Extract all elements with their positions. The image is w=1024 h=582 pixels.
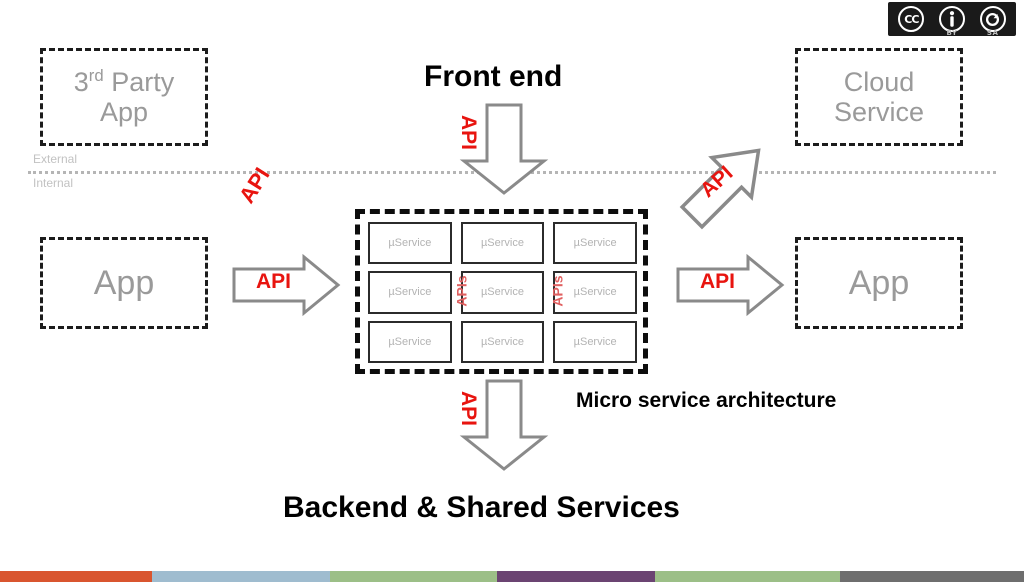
third-party-app-box: 3rd Party App <box>40 48 208 146</box>
api-arrow-down-frontend-label: API <box>457 115 480 151</box>
app-left-label: App <box>93 263 155 302</box>
api-arrow-left-inbound: API <box>232 253 341 317</box>
internal-label: Internal <box>33 176 74 190</box>
api-arrow-down-backend: API <box>457 379 549 471</box>
cc-mark-label: CC <box>904 12 919 26</box>
app-box-right: App <box>795 237 963 329</box>
microservice-cell: µService <box>368 271 452 314</box>
microservice-label: µService <box>573 286 617 299</box>
cc-sa-icon: SA <box>979 2 1006 37</box>
backend-shared-services-title: Backend & Shared Services <box>283 491 680 524</box>
microservice-label: µService <box>480 286 524 299</box>
cloud-service-box: Cloud Service <box>795 48 963 146</box>
cc-by-icon: BY <box>938 2 965 37</box>
front-end-title: Front end <box>424 60 563 93</box>
color-strip-segment-orange <box>0 571 152 582</box>
api-arrow-down-backend-label: API <box>457 391 480 427</box>
diagram-canvas: CC BY SA Front end Backend & Shared Serv… <box>0 0 1024 582</box>
app-box-left: App <box>40 237 208 329</box>
cloud-service-label: Cloud Service <box>834 67 924 127</box>
color-strip-segment-light-blue <box>152 571 330 582</box>
microservice-label: µService <box>388 335 432 348</box>
third-party-line1-number: 3 <box>73 66 89 97</box>
microservice-label: µService <box>388 237 432 250</box>
apis-label-right: APIs <box>549 275 566 307</box>
third-party-app-label: 3rd Party App <box>73 65 175 127</box>
microservice-label: µService <box>388 286 432 299</box>
app-right-label: App <box>848 263 910 302</box>
color-strip-segment-purple <box>497 571 655 582</box>
api-arrow-right-outbound: API <box>676 253 785 317</box>
external-label: External <box>33 152 78 166</box>
microservice-cell: µService <box>553 222 637 265</box>
microservice-label: µService <box>480 237 524 250</box>
cloud-line2: Service <box>833 97 925 127</box>
microservice-cell: µService <box>460 320 545 363</box>
cc-sa-text: SA <box>986 29 999 37</box>
cc-by-text: BY <box>946 29 958 37</box>
microservice-label: µService <box>573 335 617 348</box>
micro-service-grid: µService µService µService µService µSer… <box>368 222 637 363</box>
microservice-cell: µService <box>460 222 545 265</box>
color-strip-segment-green-2 <box>655 571 840 582</box>
microservice-cell: µService <box>460 271 545 314</box>
microservice-cell: µService <box>553 320 637 363</box>
third-party-line2: App <box>99 97 149 127</box>
microservice-label: µService <box>573 237 617 250</box>
micro-service-architecture-label: Micro service architecture <box>576 389 837 412</box>
third-party-ordinal-suffix: rd <box>88 65 104 85</box>
micro-service-container: µService µService µService µService µSer… <box>355 209 648 374</box>
api-label-on-divider: API <box>233 163 275 208</box>
cloud-line1: Cloud <box>843 66 915 97</box>
microservice-cell: µService <box>553 271 637 314</box>
microservice-cell: µService <box>368 222 452 265</box>
color-strip-segment-green <box>330 571 497 582</box>
creative-commons-badge: CC BY SA <box>888 2 1016 37</box>
api-arrow-left-label: API <box>256 270 292 293</box>
microservice-label: µService <box>480 335 524 348</box>
color-strip-segment-gray <box>840 571 1024 582</box>
api-arrow-down-frontend: API <box>457 103 549 195</box>
cc-mark-icon: CC <box>898 2 925 36</box>
third-party-line1-word: Party <box>103 66 175 97</box>
api-arrow-right-label: API <box>700 270 736 293</box>
apis-label-left: APIs <box>453 275 470 307</box>
microservice-cell: µService <box>368 320 452 363</box>
bottom-color-strip <box>0 571 1024 582</box>
api-arrow-diagonal-cloud: API <box>676 133 776 233</box>
